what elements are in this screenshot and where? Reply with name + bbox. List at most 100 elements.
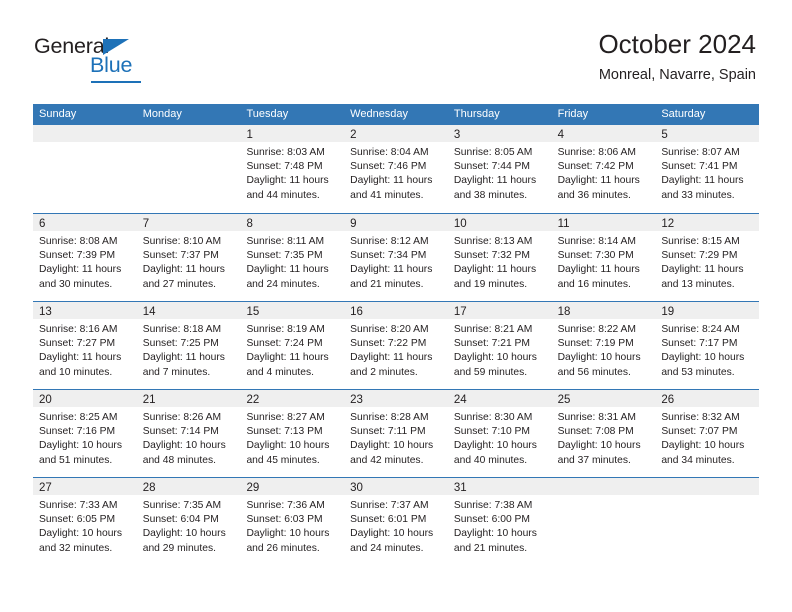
daylight-text-line2: and 24 minutes. — [350, 542, 424, 554]
calendar-day-cell[interactable]: 11 Sunrise: 8:14 AM Sunset: 7:30 PM Dayligh… — [551, 214, 656, 301]
day-number: 13 — [39, 306, 52, 318]
sunrise-text: Sunrise: 8:03 AM — [246, 147, 325, 158]
calendar-day-cell[interactable]: 4 Sunrise: 8:06 AM Sunset: 7:42 PM Daylight… — [551, 125, 656, 213]
calendar-day-cell[interactable]: 17 Sunrise: 8:21 AM Sunset: 7:21 PM Dayligh… — [447, 302, 552, 389]
calendar-day-cell[interactable]: 16 Sunrise: 8:20 AM Sunset: 7:22 PM Dayligh… — [344, 302, 448, 389]
calendar-day-cell[interactable]: 18 Sunrise: 8:22 AM Sunset: 7:19 PM Dayligh… — [551, 302, 656, 389]
day-cell-body: Sunrise: 8:13 AM Sunset: 7:32 PM Daylight:… — [448, 231, 552, 292]
calendar-day-cell[interactable]: 29 Sunrise: 7:36 AM Sunset: 6:03 PM Dayligh… — [240, 478, 345, 565]
daylight-text-line1: Daylight: 10 hours — [661, 440, 745, 452]
sunset-text: Sunset: 7:30 PM — [557, 250, 634, 262]
daylight-text-line2: and 42 minutes. — [350, 454, 424, 466]
day-number-band: 15 — [240, 302, 345, 319]
day-cell-body: Sunrise: 8:03 AM Sunset: 7:48 PM Daylight:… — [240, 142, 344, 203]
sunset-text: Sunset: 6:01 PM — [350, 514, 427, 526]
daylight-text-line2: and 45 minutes. — [246, 454, 320, 466]
calendar-day-cell[interactable]: 5 Sunrise: 8:07 AM Sunset: 7:41 PM Daylight… — [655, 125, 760, 213]
sunset-text: Sunset: 7:19 PM — [557, 338, 634, 350]
calendar-day-cell[interactable]: 23 Sunrise: 8:28 AM Sunset: 7:11 PM Dayligh… — [344, 390, 448, 477]
calendar-day-cell[interactable]: 15 Sunrise: 8:19 AM Sunset: 7:24 PM Dayligh… — [240, 302, 345, 389]
day-number: 23 — [350, 394, 363, 406]
calendar-day-cell[interactable]: 22 Sunrise: 8:27 AM Sunset: 7:13 PM Dayligh… — [240, 390, 345, 477]
day-cell-body: Sunrise: 8:31 AM Sunset: 7:08 PM Daylight:… — [552, 407, 656, 468]
sunrise-text: Sunrise: 8:15 AM — [661, 236, 740, 247]
calendar-day-cell[interactable]: 31 Sunrise: 7:38 AM Sunset: 6:00 PM Dayligh… — [447, 478, 552, 565]
sunrise-text: Sunrise: 8:19 AM — [246, 324, 325, 335]
daylight-text-line2: and 16 minutes. — [557, 278, 631, 290]
sunset-text: Sunset: 7:22 PM — [350, 338, 427, 350]
day-number-band: 25 — [551, 390, 656, 407]
calendar-day-cell[interactable]: 25 Sunrise: 8:31 AM Sunset: 7:08 PM Dayligh… — [551, 390, 656, 477]
daylight-text-line1: Daylight: 11 hours — [142, 264, 225, 276]
day-number-band: 31 — [447, 478, 552, 495]
day-number: 20 — [39, 394, 52, 406]
daylight-text-line2: and 38 minutes. — [453, 189, 528, 201]
sunset-text: Sunset: 6:04 PM — [142, 514, 219, 526]
calendar-day-cell[interactable]: 3 Sunrise: 8:05 AM Sunset: 7:44 PM Daylight… — [447, 125, 552, 213]
calendar-day-cell[interactable]: 1 Sunrise: 8:03 AM Sunset: 7:48 PM Daylight… — [240, 125, 345, 213]
sunset-text: Sunset: 7:32 PM — [453, 250, 531, 262]
sunset-text: Sunset: 7:46 PM — [350, 161, 427, 173]
calendar-day-cell[interactable]: 24 Sunrise: 8:30 AM Sunset: 7:10 PM Dayligh… — [447, 390, 552, 477]
calendar-day-cell[interactable]: 30 Sunrise: 7:37 AM Sunset: 6:01 PM Dayligh… — [344, 478, 448, 565]
day-number: 25 — [557, 394, 571, 406]
calendar-day-cell[interactable]: 13 Sunrise: 8:16 AM Sunset: 7:27 PM Dayligh… — [33, 302, 137, 389]
sunrise-text: Sunrise: 7:38 AM — [453, 500, 533, 511]
day-cell-body: Sunrise: 8:05 AM Sunset: 7:44 PM Daylight:… — [448, 142, 552, 203]
day-number: 11 — [557, 218, 570, 230]
day-cell-body: Sunrise: 8:27 AM Sunset: 7:13 PM Daylight:… — [240, 407, 344, 468]
day-cell-body: Sunrise: 8:18 AM Sunset: 7:25 PM Daylight:… — [137, 319, 241, 380]
sunrise-text: Sunrise: 8:32 AM — [661, 412, 740, 423]
daylight-text-line2: and 10 minutes. — [39, 366, 113, 378]
sunset-text: Sunset: 7:11 PM — [350, 426, 426, 438]
sunrise-text: Sunrise: 8:31 AM — [557, 412, 637, 423]
day-number: 26 — [661, 394, 675, 406]
daylight-text-line1: Daylight: 10 hours — [453, 352, 537, 364]
calendar-page: General Blue October 2024 Monreal, Navar… — [0, 0, 792, 612]
calendar-day-cell[interactable]: 12 Sunrise: 8:15 AM Sunset: 7:29 PM Dayligh… — [655, 214, 760, 301]
calendar-day-cell[interactable]: 14 Sunrise: 8:18 AM Sunset: 7:25 PM Dayligh… — [136, 302, 241, 389]
day-cell-body: Sunrise: 8:11 AM Sunset: 7:35 PM Daylight:… — [240, 231, 344, 292]
calendar-day-cell[interactable]: 10 Sunrise: 8:13 AM Sunset: 7:32 PM Dayligh… — [447, 214, 552, 301]
day-number-band — [136, 125, 241, 142]
daylight-text-line2: and 27 minutes. — [142, 278, 216, 290]
calendar-day-cell[interactable]: 6 Sunrise: 8:08 AM Sunset: 7:39 PM Daylight… — [33, 214, 137, 301]
day-number: 14 — [142, 306, 156, 318]
daylight-text-line2: and 48 minutes. — [142, 454, 216, 466]
day-cell-body: Sunrise: 7:38 AM Sunset: 6:00 PM Daylight:… — [448, 495, 552, 556]
day-number-band: 5 — [655, 125, 760, 142]
calendar-day-cell[interactable]: 7 Sunrise: 8:10 AM Sunset: 7:37 PM Daylight… — [136, 214, 241, 301]
calendar-day-cell[interactable]: 19 Sunrise: 8:24 AM Sunset: 7:17 PM Dayligh… — [655, 302, 760, 389]
daylight-text-line2: and 2 minutes. — [350, 366, 418, 378]
day-cell-body: Sunrise: 8:32 AM Sunset: 7:07 PM Daylight:… — [655, 407, 759, 468]
daylight-text-line1: Daylight: 11 hours — [453, 175, 537, 187]
daylight-text-line1: Daylight: 10 hours — [453, 440, 537, 452]
day-number: 3 — [453, 129, 461, 141]
calendar-day-cell[interactable]: 9 Sunrise: 8:12 AM Sunset: 7:34 PM Daylight… — [344, 214, 448, 301]
dow-tuesday: Tuesday — [246, 108, 289, 120]
daylight-text-line1: Daylight: 10 hours — [661, 352, 745, 364]
day-cell-body: Sunrise: 8:25 AM Sunset: 7:16 PM Daylight:… — [33, 407, 137, 468]
calendar-day-cell[interactable]: 2 Sunrise: 8:04 AM Sunset: 7:46 PM Daylight… — [344, 125, 448, 213]
calendar-day-cell[interactable]: 28 Sunrise: 7:35 AM Sunset: 6:04 PM Dayligh… — [136, 478, 241, 565]
sunrise-text: Sunrise: 8:14 AM — [557, 236, 637, 247]
sunrise-text: Sunrise: 7:37 AM — [350, 500, 429, 511]
daylight-text-line2: and 32 minutes. — [39, 542, 113, 554]
day-cell-body: Sunrise: 8:19 AM Sunset: 7:24 PM Daylight:… — [240, 319, 344, 380]
day-cell-body: Sunrise: 8:24 AM Sunset: 7:17 PM Daylight:… — [655, 319, 759, 380]
day-cell-body: Sunrise: 8:16 AM Sunset: 7:27 PM Daylight:… — [33, 319, 137, 380]
day-cell-body: Sunrise: 8:14 AM Sunset: 7:30 PM Daylight:… — [552, 231, 656, 292]
calendar-day-cell[interactable]: 27 Sunrise: 7:33 AM Sunset: 6:05 PM Dayligh… — [33, 478, 137, 565]
calendar-day-cell[interactable]: 21 Sunrise: 8:26 AM Sunset: 7:14 PM Dayligh… — [136, 390, 241, 477]
calendar-day-cell[interactable]: 8 Sunrise: 8:11 AM Sunset: 7:35 PM Daylight… — [240, 214, 345, 301]
sunset-text: Sunset: 7:34 PM — [350, 250, 427, 262]
day-number: 31 — [453, 482, 467, 494]
day-of-week-header-row: Sunday Monday Tuesday Wednesday Thursday… — [33, 104, 759, 125]
calendar-day-cell[interactable]: 26 Sunrise: 8:32 AM Sunset: 7:07 PM Dayligh… — [655, 390, 760, 477]
sunrise-text: Sunrise: 7:35 AM — [142, 500, 222, 511]
day-cell-body: Sunrise: 8:04 AM Sunset: 7:46 PM Daylight:… — [344, 142, 448, 203]
daylight-text-line1: Daylight: 11 hours — [39, 352, 122, 364]
daylight-text-line1: Daylight: 10 hours — [39, 440, 122, 452]
calendar-day-cell[interactable]: 20 Sunrise: 8:25 AM Sunset: 7:16 PM Dayligh… — [33, 390, 137, 477]
sunset-text: Sunset: 7:37 PM — [142, 250, 219, 262]
